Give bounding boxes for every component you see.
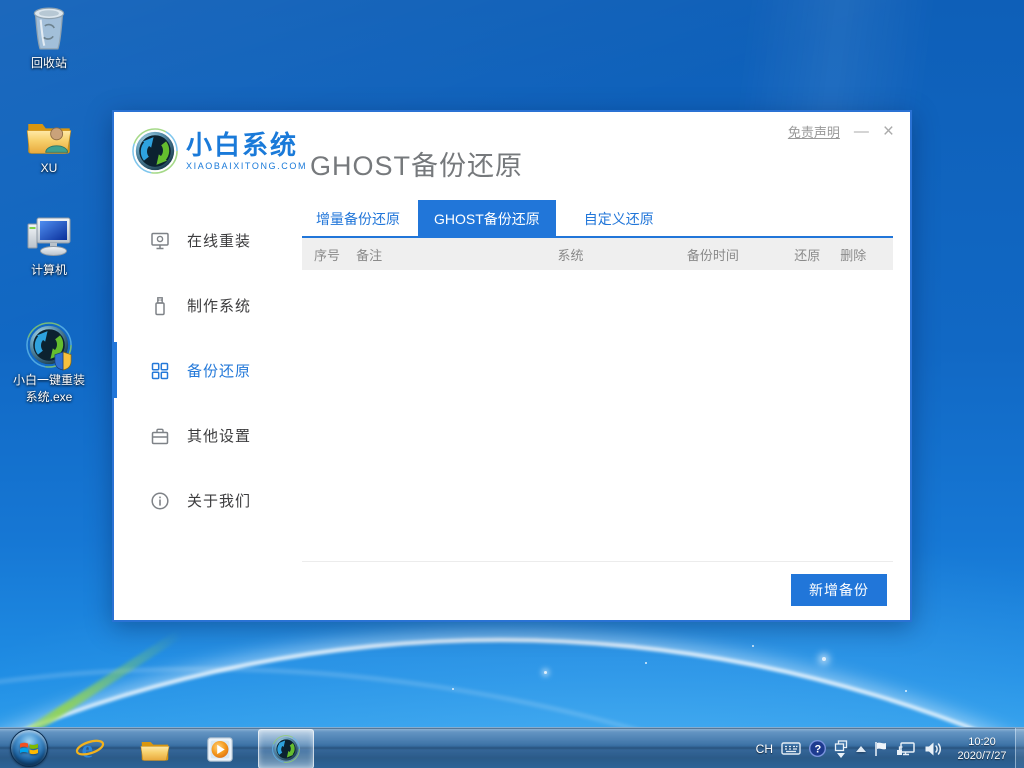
sidebar-item-label: 关于我们 <box>187 490 251 511</box>
tab-bar: 增量备份还原 GHOST备份还原 自定义还原 <box>302 200 893 238</box>
desktop-icon-computer[interactable]: 计算机 <box>4 212 94 279</box>
tab-custom-restore[interactable]: 自定义还原 <box>584 200 654 236</box>
taskbar-clock[interactable]: 10:20 2020/7/27 <box>950 735 1014 763</box>
internet-explorer-icon <box>75 734 105 764</box>
chevron-down-icon <box>837 753 845 758</box>
computer-icon <box>25 212 73 260</box>
desktop-icon-label: XU <box>4 160 94 177</box>
taskbar: CH ? 10:20 2020/7/27 <box>0 727 1024 768</box>
sidebar-item-label: 备份还原 <box>187 360 251 381</box>
wallpaper-sparkle <box>752 645 754 647</box>
tab-ghost-backup-restore[interactable]: GHOST备份还原 <box>418 200 556 236</box>
sidebar-item-backup-restore[interactable]: 备份还原 <box>114 338 302 403</box>
desktop-icon-xu-folder[interactable]: XU <box>4 110 94 177</box>
svg-text:?: ? <box>815 744 822 756</box>
wallpaper-sparkle <box>544 671 547 674</box>
wallpaper-sparkle <box>452 688 454 690</box>
recycle-bin-icon <box>25 5 73 53</box>
desktop-icon-label-line2: 系统.exe <box>4 389 94 406</box>
system-tray: CH ? 10:20 2020/7/27 <box>756 728 1014 768</box>
taskbar-xiaobai-button[interactable] <box>258 729 314 768</box>
media-player-icon <box>205 734 235 764</box>
column-header-delete: 删除 <box>840 245 893 264</box>
desktop-icon-recycle-bin[interactable]: 回收站 <box>4 5 94 72</box>
folder-icon <box>140 734 170 764</box>
info-circle-icon <box>150 491 170 511</box>
column-header-backup-time: 备份时间 <box>687 245 794 264</box>
taskbar-internet-explorer-button[interactable] <box>63 729 117 768</box>
sidebar-item-online-reinstall[interactable]: 在线重装 <box>114 208 302 273</box>
sidebar-item-make-system[interactable]: 制作系统 <box>114 273 302 338</box>
clock-date: 2020/7/27 <box>950 749 1014 763</box>
tab-incremental-backup-restore[interactable]: 增量备份还原 <box>316 200 400 236</box>
disclaimer-link[interactable]: 免责声明 <box>788 122 840 141</box>
xiaobai-app-icon <box>25 322 73 370</box>
wallpaper-sparkle <box>822 657 826 661</box>
grid-squares-icon <box>150 361 170 381</box>
column-header-restore: 还原 <box>794 245 840 264</box>
language-indicator[interactable]: CH <box>756 742 773 756</box>
sidebar-item-other-settings[interactable]: 其他设置 <box>114 403 302 468</box>
taskbar-explorer-button[interactable] <box>128 729 182 768</box>
window-stack-icon[interactable] <box>834 740 848 758</box>
volume-icon[interactable] <box>924 741 942 757</box>
monitor-reinstall-icon <box>150 231 170 251</box>
xiaobai-app-window: 免责声明 — × 小白系统 XIAOBAIXITONG.COM GHOST备份还… <box>112 110 912 622</box>
desktop-icon-xiaobai-exe[interactable]: 小白一键重装 系统.exe <box>4 322 94 406</box>
backup-table-empty-body <box>302 270 893 530</box>
desktop-icon-label: 回收站 <box>4 55 94 72</box>
footer-divider <box>302 561 893 562</box>
new-backup-button[interactable]: 新增备份 <box>791 574 887 606</box>
user-folder-icon <box>25 110 73 158</box>
windows-flag-icon <box>18 737 40 759</box>
close-button[interactable]: × <box>883 125 894 139</box>
backup-table-header: 序号 备注 系统 备份时间 还原 删除 <box>302 238 893 270</box>
show-hidden-icons-button[interactable] <box>856 746 866 752</box>
taskbar-media-player-button[interactable] <box>193 729 247 768</box>
usb-drive-icon <box>150 296 170 316</box>
desktop-icon-label: 计算机 <box>4 262 94 279</box>
sidebar: 在线重装 制作系统 备份还原 其他设置 关于我们 <box>114 208 302 533</box>
wallpaper-sparkle <box>645 662 647 664</box>
wallpaper-sparkle <box>905 690 907 692</box>
xiaobai-app-icon <box>272 735 300 763</box>
column-header-note: 备注 <box>356 245 557 264</box>
sidebar-item-label: 在线重装 <box>187 230 251 251</box>
minimize-button[interactable]: — <box>854 125 869 139</box>
chevron-up-icon <box>856 746 866 752</box>
network-icon[interactable] <box>896 741 916 757</box>
help-icon[interactable]: ? <box>809 740 826 757</box>
sidebar-item-about-us[interactable]: 关于我们 <box>114 468 302 533</box>
show-desktop-button[interactable] <box>1015 728 1024 768</box>
content-area: 增量备份还原 GHOST备份还原 自定义还原 序号 备注 系统 备份时间 还原 … <box>302 200 893 620</box>
action-center-flag-icon[interactable] <box>874 741 888 757</box>
column-header-index: 序号 <box>302 245 356 264</box>
column-header-system: 系统 <box>557 245 686 264</box>
sidebar-item-label: 其他设置 <box>187 425 251 446</box>
sidebar-item-label: 制作系统 <box>187 295 251 316</box>
uac-shield-icon <box>54 351 72 371</box>
page-title: GHOST备份还原 <box>310 144 523 183</box>
clock-time: 10:20 <box>950 735 1014 749</box>
brand-name: 小白系统 <box>186 131 307 159</box>
keyboard-icon[interactable] <box>781 742 801 755</box>
brand-domain: XIAOBAIXITONG.COM <box>186 161 307 171</box>
xiaobai-logo-icon <box>132 128 178 174</box>
start-button[interactable] <box>10 729 48 767</box>
desktop-icon-label: 小白一键重装 <box>4 372 94 389</box>
app-logo: 小白系统 XIAOBAIXITONG.COM <box>132 128 307 174</box>
toolbox-icon <box>150 426 170 446</box>
